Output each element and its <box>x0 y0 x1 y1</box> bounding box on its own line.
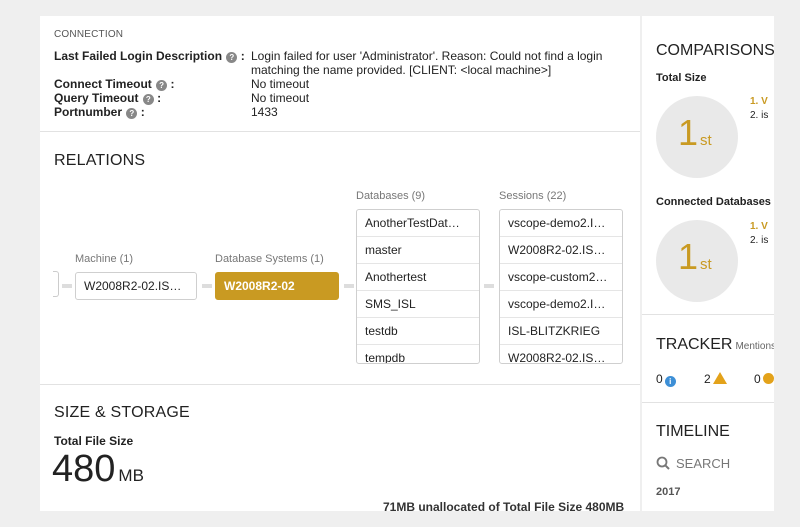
unallocated-text: 71MB unallocated of Total File Size 480M… <box>383 500 625 511</box>
last-failed-login-value: Login failed for user 'Administrator'. R… <box>251 49 603 77</box>
rank-badge: 1 st <box>656 220 738 302</box>
query-timeout-label: Query Timeout <box>54 91 139 105</box>
sidebar-panel: COMPARISONS Total Size 1 st 1. V 2. is C… <box>642 16 774 511</box>
help-icon[interactable]: ? <box>226 52 238 63</box>
database-item[interactable]: testdb <box>357 318 479 345</box>
relations-title: RELATIONS <box>54 152 146 169</box>
database-system-item[interactable]: W2008R2-02 <box>215 272 339 300</box>
last-failed-login-label: Last Failed Login Description <box>54 49 223 63</box>
session-item[interactable]: vscope-custom2… <box>500 264 622 291</box>
machine-item[interactable]: W2008R2-02.IS… <box>75 272 197 300</box>
query-timeout-value: No timeout <box>251 91 310 105</box>
connect-timeout-label: Connect Timeout <box>54 77 152 91</box>
sessions-column-header: Sessions (22) <box>499 190 567 202</box>
help-icon[interactable]: ? <box>126 108 138 119</box>
search-icon <box>656 456 670 470</box>
rank-list: 1. V 2. is <box>750 95 768 123</box>
rank-badge: 1 st <box>656 96 738 178</box>
database-systems-column-header: Database Systems (1) <box>215 253 324 265</box>
rank-suffix: st <box>700 132 712 149</box>
error-icon <box>762 373 774 384</box>
info-count-item[interactable]: 0i <box>656 372 676 387</box>
session-item[interactable]: W2008R2-02.IS… <box>500 237 622 264</box>
portnumber-value: 1433 <box>251 105 278 119</box>
databases-column-header: Databases (9) <box>356 190 426 202</box>
databases-list[interactable]: AnotherTestDat… master Anothertest SMS_I… <box>356 209 480 364</box>
timeline-search[interactable]: SEARCH <box>656 456 730 471</box>
total-file-size-number: 480 <box>52 448 116 490</box>
help-icon[interactable]: ? <box>156 80 168 91</box>
connection-section: CONNECTION Last Failed Login Description… <box>40 16 640 132</box>
database-item[interactable]: Anothertest <box>357 264 479 291</box>
session-item[interactable]: W2008R2-02.IS… <box>500 345 622 363</box>
warning-icon <box>712 372 727 384</box>
database-item[interactable]: SMS_ISL <box>357 291 479 318</box>
total-file-size-label: Total File Size <box>54 434 134 448</box>
comparison-connected-databases-label: Connected Databases <box>656 196 771 208</box>
help-icon[interactable]: ? <box>142 94 154 105</box>
machine-column-header: Machine (1) <box>75 253 134 265</box>
section-divider <box>40 384 640 385</box>
rank-list-item[interactable]: 2. is <box>750 234 768 248</box>
connect-timeout-value: No timeout <box>251 77 310 91</box>
section-divider <box>642 314 774 315</box>
rank-list-item[interactable]: 2. is <box>750 109 768 123</box>
tracker-title: TRACKER Mentions <box>656 336 774 354</box>
comparison-total-size-label: Total Size <box>656 72 707 84</box>
total-file-size-value: 480 MB <box>52 448 144 491</box>
total-file-size-unit: MB <box>118 466 144 485</box>
database-item[interactable]: master <box>357 237 479 264</box>
connection-heading: CONNECTION <box>54 29 124 40</box>
section-divider <box>642 402 774 403</box>
mentions-label: Mentions <box>735 341 774 352</box>
portnumber-label: Portnumber <box>54 105 123 119</box>
info-icon: i <box>664 376 676 387</box>
rank-list-item[interactable]: 1. V <box>750 95 768 109</box>
connector <box>344 284 354 288</box>
database-item[interactable]: AnotherTestDat… <box>357 210 479 237</box>
session-item[interactable]: vscope-demo2.I… <box>500 210 622 237</box>
rank-suffix: st <box>700 256 712 273</box>
info-count: 0 <box>656 372 663 386</box>
database-item[interactable]: tempdb <box>357 345 479 363</box>
warning-count-item[interactable]: 2 <box>704 372 727 386</box>
timeline-year: 2017 <box>656 486 681 498</box>
main-panel: CONNECTION Last Failed Login Description… <box>40 16 640 511</box>
rank-list: 1. V 2. is <box>750 220 768 248</box>
rank-list-item[interactable]: 1. V <box>750 220 768 234</box>
rank-number: 1 <box>678 236 699 277</box>
connector <box>62 284 72 288</box>
sessions-list[interactable]: vscope-demo2.I… W2008R2-02.IS… vscope-cu… <box>499 209 623 364</box>
error-count: 0 <box>754 372 761 386</box>
size-storage-title: SIZE & STORAGE <box>54 404 190 421</box>
search-label: SEARCH <box>676 456 731 471</box>
session-item[interactable]: ISL-BLITZKRIEG <box>500 318 622 345</box>
connector <box>202 284 212 288</box>
relations-left-bracket[interactable] <box>53 271 59 297</box>
error-count-item[interactable]: 0 <box>754 372 774 386</box>
tracker-title-text: TRACKER <box>656 336 733 353</box>
comparisons-title: COMPARISONS <box>656 42 774 59</box>
rank-number: 1 <box>678 112 699 153</box>
connector <box>484 284 494 288</box>
session-item[interactable]: vscope-demo2.I… <box>500 291 622 318</box>
warning-count: 2 <box>704 372 711 386</box>
timeline-title: TIMELINE <box>656 423 730 440</box>
